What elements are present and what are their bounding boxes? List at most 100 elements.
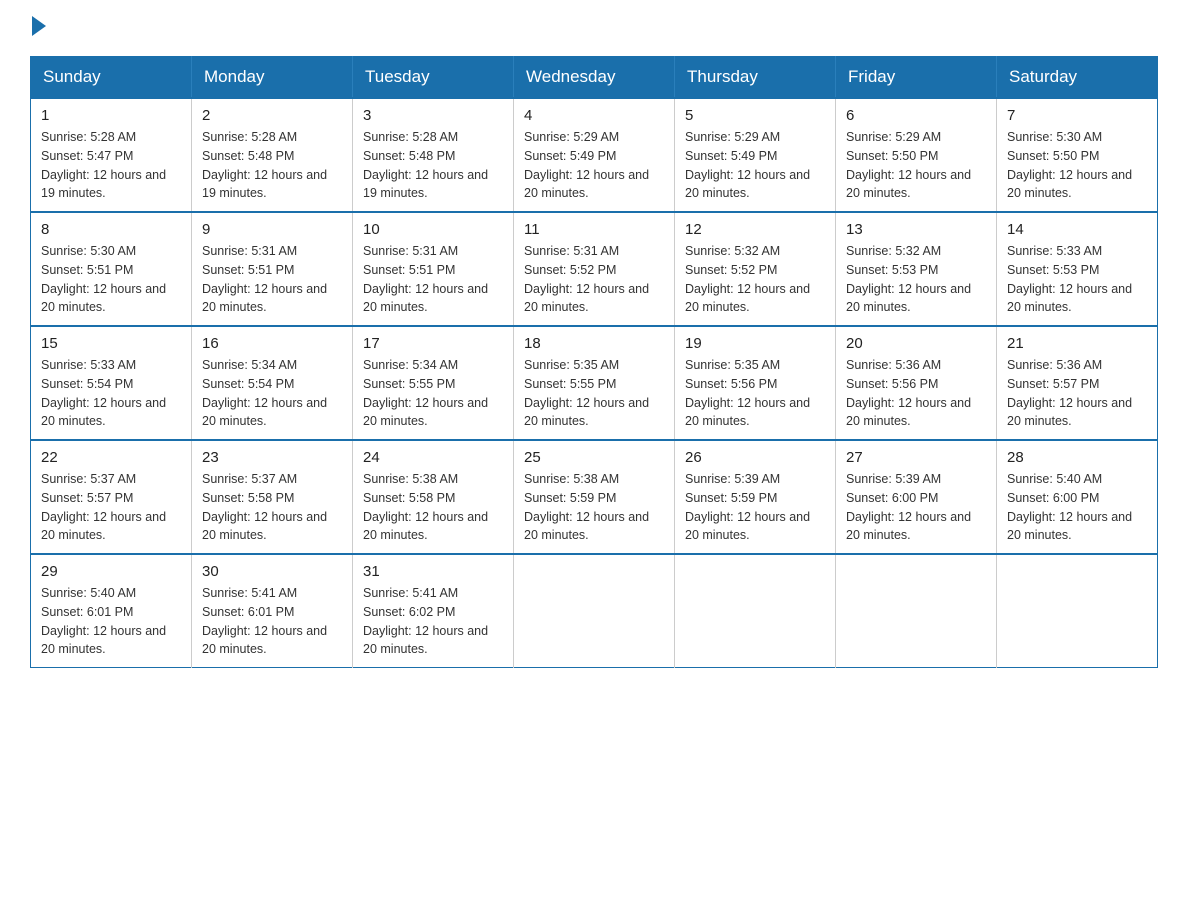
- day-number: 20: [846, 335, 986, 352]
- day-info: Sunrise: 5:35 AMSunset: 5:56 PMDaylight:…: [685, 356, 825, 431]
- day-info: Sunrise: 5:41 AMSunset: 6:01 PMDaylight:…: [202, 584, 342, 659]
- day-number: 6: [846, 107, 986, 124]
- day-number: 18: [524, 335, 664, 352]
- day-of-week-monday: Monday: [192, 57, 353, 99]
- week-row-5: 29 Sunrise: 5:40 AMSunset: 6:01 PMDaylig…: [31, 554, 1158, 668]
- calendar-cell: 5 Sunrise: 5:29 AMSunset: 5:49 PMDayligh…: [675, 98, 836, 212]
- calendar-cell: 27 Sunrise: 5:39 AMSunset: 6:00 PMDaylig…: [836, 440, 997, 554]
- calendar-cell: 14 Sunrise: 5:33 AMSunset: 5:53 PMDaylig…: [997, 212, 1158, 326]
- calendar-cell: 31 Sunrise: 5:41 AMSunset: 6:02 PMDaylig…: [353, 554, 514, 668]
- day-number: 23: [202, 449, 342, 466]
- day-number: 14: [1007, 221, 1147, 238]
- day-info: Sunrise: 5:28 AMSunset: 5:48 PMDaylight:…: [202, 128, 342, 203]
- day-number: 1: [41, 107, 181, 124]
- calendar-cell: 21 Sunrise: 5:36 AMSunset: 5:57 PMDaylig…: [997, 326, 1158, 440]
- calendar-cell: 22 Sunrise: 5:37 AMSunset: 5:57 PMDaylig…: [31, 440, 192, 554]
- day-number: 27: [846, 449, 986, 466]
- logo-arrow-icon: [32, 16, 46, 36]
- day-number: 30: [202, 563, 342, 580]
- day-info: Sunrise: 5:37 AMSunset: 5:58 PMDaylight:…: [202, 470, 342, 545]
- day-number: 29: [41, 563, 181, 580]
- day-number: 15: [41, 335, 181, 352]
- calendar-cell: [836, 554, 997, 668]
- day-info: Sunrise: 5:35 AMSunset: 5:55 PMDaylight:…: [524, 356, 664, 431]
- day-info: Sunrise: 5:28 AMSunset: 5:47 PMDaylight:…: [41, 128, 181, 203]
- calendar: SundayMondayTuesdayWednesdayThursdayFrid…: [30, 56, 1158, 668]
- week-row-4: 22 Sunrise: 5:37 AMSunset: 5:57 PMDaylig…: [31, 440, 1158, 554]
- day-info: Sunrise: 5:36 AMSunset: 5:57 PMDaylight:…: [1007, 356, 1147, 431]
- day-info: Sunrise: 5:40 AMSunset: 6:00 PMDaylight:…: [1007, 470, 1147, 545]
- day-info: Sunrise: 5:30 AMSunset: 5:51 PMDaylight:…: [41, 242, 181, 317]
- calendar-cell: 6 Sunrise: 5:29 AMSunset: 5:50 PMDayligh…: [836, 98, 997, 212]
- calendar-cell: 29 Sunrise: 5:40 AMSunset: 6:01 PMDaylig…: [31, 554, 192, 668]
- calendar-cell: 28 Sunrise: 5:40 AMSunset: 6:00 PMDaylig…: [997, 440, 1158, 554]
- calendar-cell: 3 Sunrise: 5:28 AMSunset: 5:48 PMDayligh…: [353, 98, 514, 212]
- day-number: 9: [202, 221, 342, 238]
- day-info: Sunrise: 5:38 AMSunset: 5:59 PMDaylight:…: [524, 470, 664, 545]
- day-number: 12: [685, 221, 825, 238]
- day-number: 22: [41, 449, 181, 466]
- calendar-cell: 8 Sunrise: 5:30 AMSunset: 5:51 PMDayligh…: [31, 212, 192, 326]
- day-number: 4: [524, 107, 664, 124]
- day-of-week-friday: Friday: [836, 57, 997, 99]
- day-of-week-saturday: Saturday: [997, 57, 1158, 99]
- calendar-cell: 12 Sunrise: 5:32 AMSunset: 5:52 PMDaylig…: [675, 212, 836, 326]
- day-info: Sunrise: 5:32 AMSunset: 5:53 PMDaylight:…: [846, 242, 986, 317]
- day-number: 28: [1007, 449, 1147, 466]
- day-number: 31: [363, 563, 503, 580]
- calendar-cell: 23 Sunrise: 5:37 AMSunset: 5:58 PMDaylig…: [192, 440, 353, 554]
- day-number: 24: [363, 449, 503, 466]
- day-of-week-sunday: Sunday: [31, 57, 192, 99]
- calendar-cell: 1 Sunrise: 5:28 AMSunset: 5:47 PMDayligh…: [31, 98, 192, 212]
- calendar-cell: 15 Sunrise: 5:33 AMSunset: 5:54 PMDaylig…: [31, 326, 192, 440]
- day-info: Sunrise: 5:31 AMSunset: 5:52 PMDaylight:…: [524, 242, 664, 317]
- day-of-week-wednesday: Wednesday: [514, 57, 675, 99]
- calendar-cell: 20 Sunrise: 5:36 AMSunset: 5:56 PMDaylig…: [836, 326, 997, 440]
- day-info: Sunrise: 5:39 AMSunset: 6:00 PMDaylight:…: [846, 470, 986, 545]
- calendar-cell: [675, 554, 836, 668]
- day-number: 7: [1007, 107, 1147, 124]
- week-row-2: 8 Sunrise: 5:30 AMSunset: 5:51 PMDayligh…: [31, 212, 1158, 326]
- day-info: Sunrise: 5:29 AMSunset: 5:49 PMDaylight:…: [685, 128, 825, 203]
- calendar-cell: 10 Sunrise: 5:31 AMSunset: 5:51 PMDaylig…: [353, 212, 514, 326]
- calendar-cell: 4 Sunrise: 5:29 AMSunset: 5:49 PMDayligh…: [514, 98, 675, 212]
- day-number: 16: [202, 335, 342, 352]
- calendar-cell: 13 Sunrise: 5:32 AMSunset: 5:53 PMDaylig…: [836, 212, 997, 326]
- day-info: Sunrise: 5:32 AMSunset: 5:52 PMDaylight:…: [685, 242, 825, 317]
- day-number: 11: [524, 221, 664, 238]
- day-of-week-tuesday: Tuesday: [353, 57, 514, 99]
- day-number: 19: [685, 335, 825, 352]
- day-number: 13: [846, 221, 986, 238]
- day-info: Sunrise: 5:28 AMSunset: 5:48 PMDaylight:…: [363, 128, 503, 203]
- day-info: Sunrise: 5:41 AMSunset: 6:02 PMDaylight:…: [363, 584, 503, 659]
- day-info: Sunrise: 5:34 AMSunset: 5:55 PMDaylight:…: [363, 356, 503, 431]
- day-number: 26: [685, 449, 825, 466]
- calendar-cell: 7 Sunrise: 5:30 AMSunset: 5:50 PMDayligh…: [997, 98, 1158, 212]
- calendar-cell: 26 Sunrise: 5:39 AMSunset: 5:59 PMDaylig…: [675, 440, 836, 554]
- logo: [30, 20, 50, 36]
- day-info: Sunrise: 5:29 AMSunset: 5:50 PMDaylight:…: [846, 128, 986, 203]
- day-info: Sunrise: 5:31 AMSunset: 5:51 PMDaylight:…: [202, 242, 342, 317]
- calendar-cell: 11 Sunrise: 5:31 AMSunset: 5:52 PMDaylig…: [514, 212, 675, 326]
- day-number: 8: [41, 221, 181, 238]
- day-info: Sunrise: 5:30 AMSunset: 5:50 PMDaylight:…: [1007, 128, 1147, 203]
- day-number: 25: [524, 449, 664, 466]
- header: [30, 20, 1158, 36]
- day-number: 3: [363, 107, 503, 124]
- week-row-3: 15 Sunrise: 5:33 AMSunset: 5:54 PMDaylig…: [31, 326, 1158, 440]
- day-info: Sunrise: 5:33 AMSunset: 5:54 PMDaylight:…: [41, 356, 181, 431]
- day-info: Sunrise: 5:33 AMSunset: 5:53 PMDaylight:…: [1007, 242, 1147, 317]
- day-info: Sunrise: 5:37 AMSunset: 5:57 PMDaylight:…: [41, 470, 181, 545]
- day-info: Sunrise: 5:36 AMSunset: 5:56 PMDaylight:…: [846, 356, 986, 431]
- calendar-header: SundayMondayTuesdayWednesdayThursdayFrid…: [31, 57, 1158, 99]
- calendar-cell: 25 Sunrise: 5:38 AMSunset: 5:59 PMDaylig…: [514, 440, 675, 554]
- day-number: 21: [1007, 335, 1147, 352]
- calendar-cell: 24 Sunrise: 5:38 AMSunset: 5:58 PMDaylig…: [353, 440, 514, 554]
- day-number: 10: [363, 221, 503, 238]
- days-of-week-row: SundayMondayTuesdayWednesdayThursdayFrid…: [31, 57, 1158, 99]
- day-info: Sunrise: 5:29 AMSunset: 5:49 PMDaylight:…: [524, 128, 664, 203]
- calendar-body: 1 Sunrise: 5:28 AMSunset: 5:47 PMDayligh…: [31, 98, 1158, 668]
- day-of-week-thursday: Thursday: [675, 57, 836, 99]
- day-info: Sunrise: 5:40 AMSunset: 6:01 PMDaylight:…: [41, 584, 181, 659]
- calendar-cell: [514, 554, 675, 668]
